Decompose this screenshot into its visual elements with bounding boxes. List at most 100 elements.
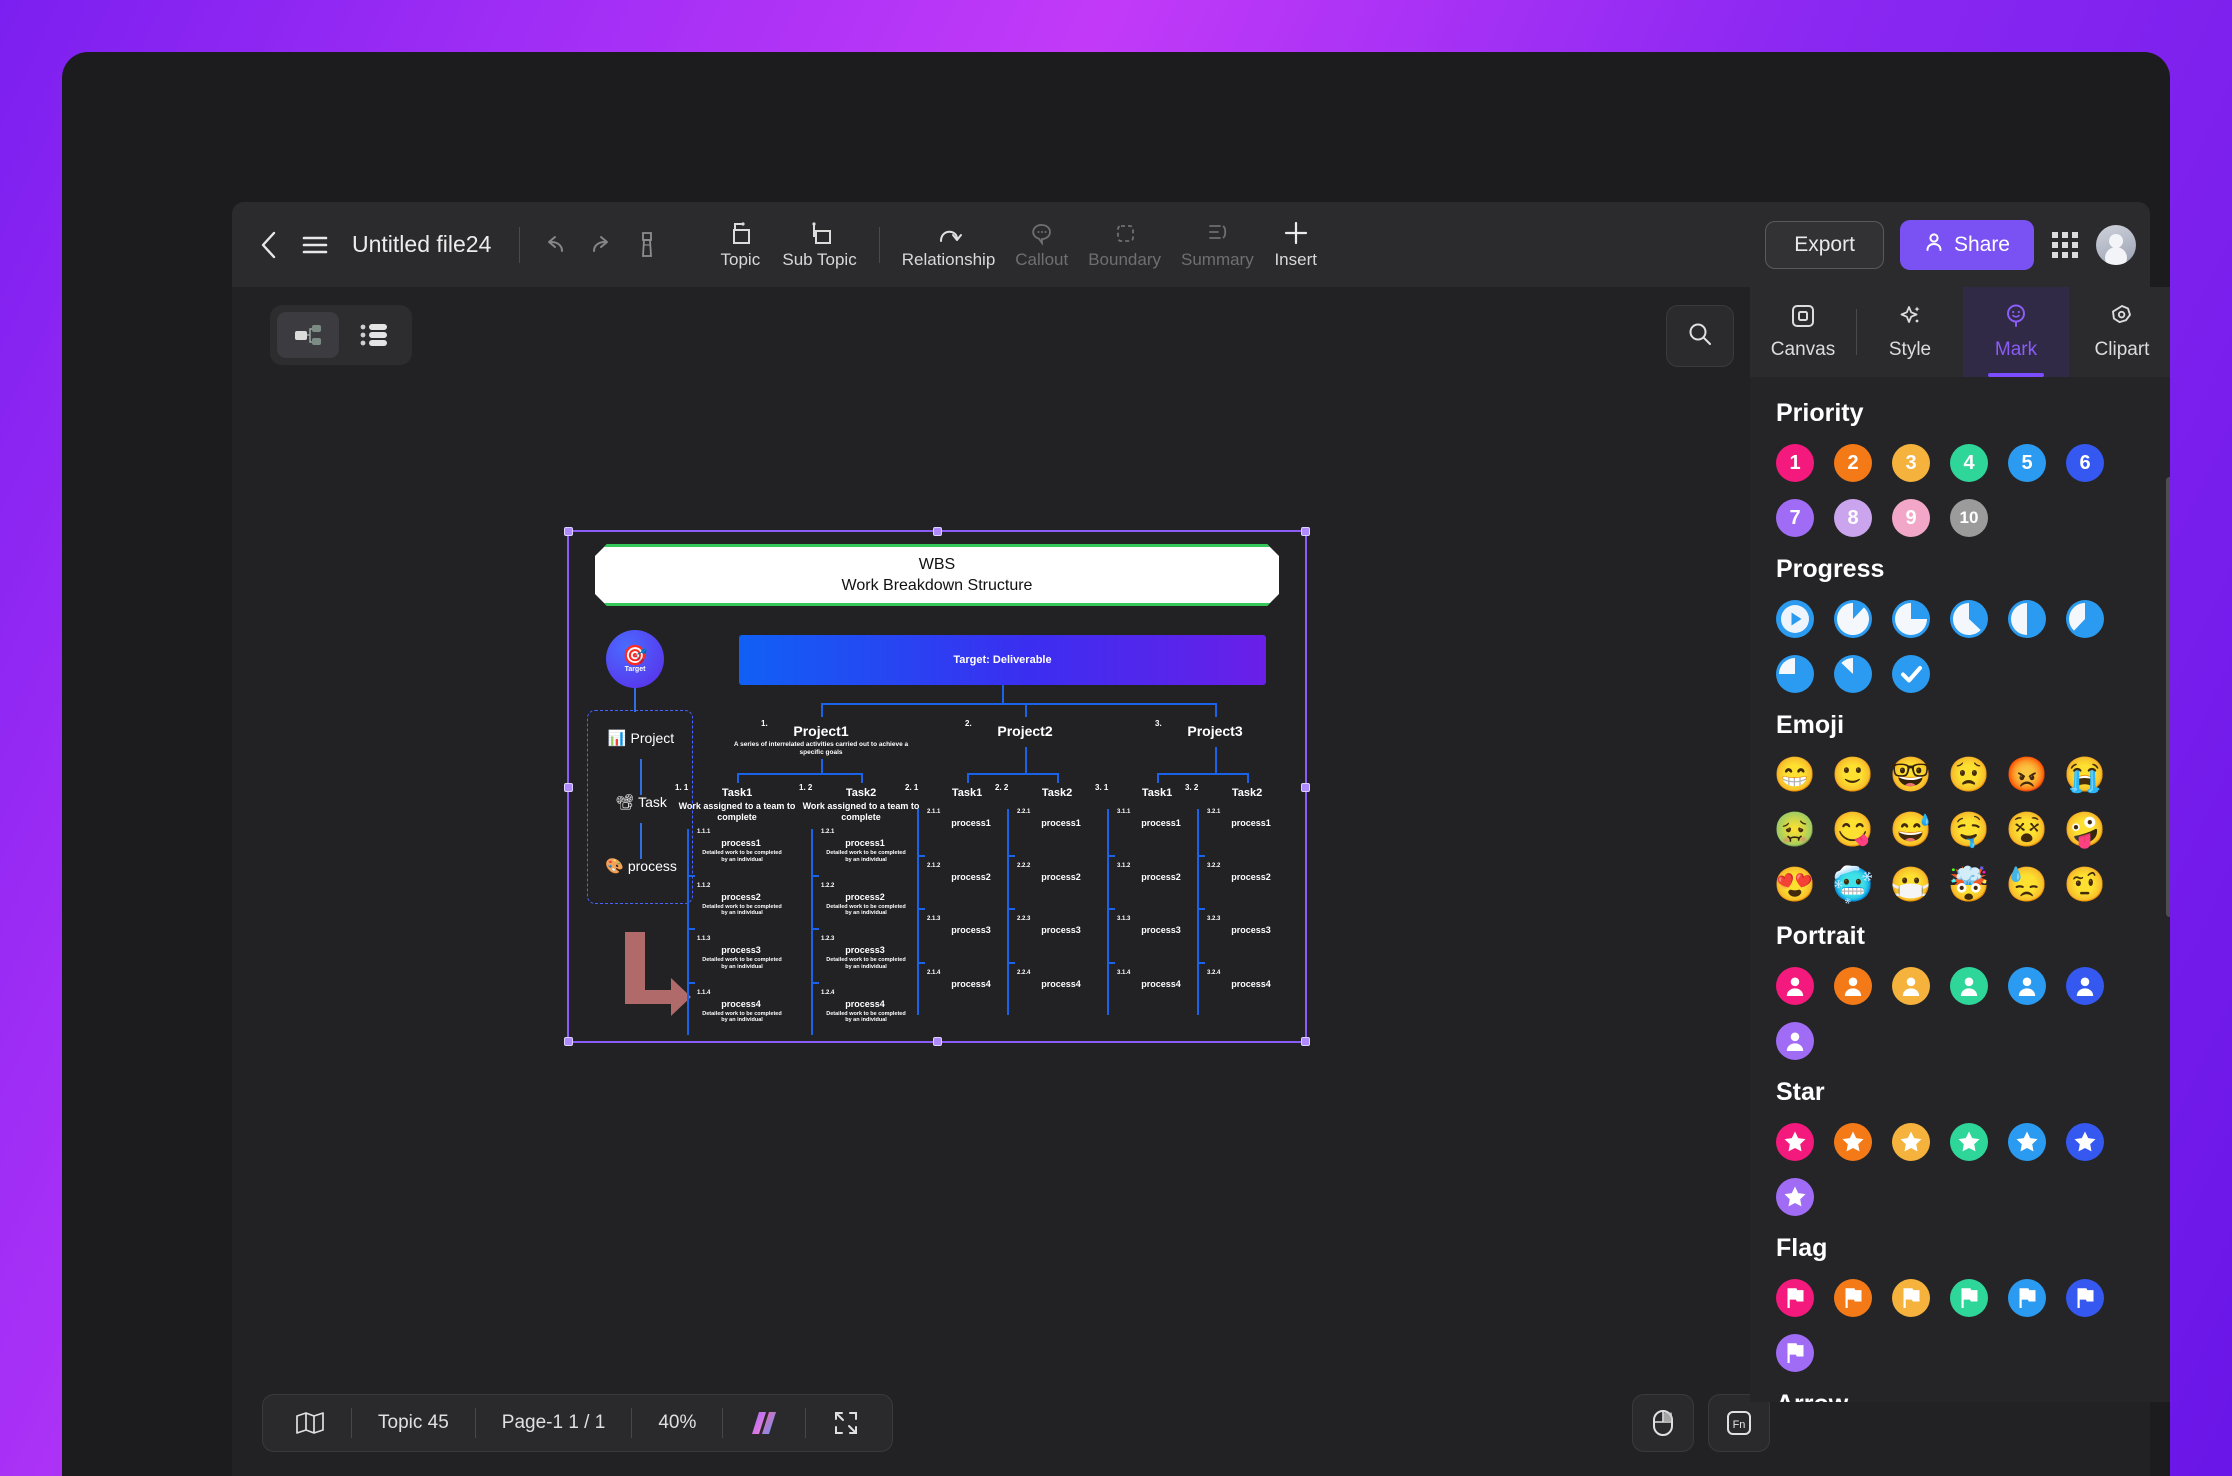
priority-mark-5[interactable]: 5 bbox=[2008, 444, 2046, 482]
process-title: process1 bbox=[845, 838, 885, 848]
tool-topic[interactable]: Topic bbox=[708, 219, 772, 270]
progress-12-icon[interactable] bbox=[1834, 600, 1872, 638]
tool-relationship[interactable]: Relationship bbox=[892, 219, 1006, 270]
back-button[interactable] bbox=[246, 222, 292, 268]
emoji-mark-6[interactable]: 🤢 bbox=[1774, 811, 1816, 849]
portrait-mark-icon-4[interactable] bbox=[2008, 967, 2046, 1005]
process-number: 1.2.2 bbox=[821, 882, 835, 889]
star-mark-icon-5[interactable] bbox=[2066, 1123, 2104, 1161]
portrait-mark-icon-1[interactable] bbox=[1834, 967, 1872, 1005]
fn-key-icon[interactable]: Fn bbox=[1708, 1394, 1770, 1452]
priority-mark-8[interactable]: 8 bbox=[1834, 499, 1872, 537]
emoji-mark-2[interactable]: 🤓 bbox=[1890, 756, 1932, 794]
tool-boundary[interactable]: Boundary bbox=[1078, 219, 1171, 270]
flag-mark-icon-3[interactable] bbox=[1950, 1279, 1988, 1317]
tool-insert[interactable]: Insert bbox=[1264, 219, 1328, 270]
portrait-mark-icon-5[interactable] bbox=[2066, 967, 2104, 1005]
search-button[interactable] bbox=[1666, 305, 1734, 367]
tool-sub-topic[interactable]: Sub Topic bbox=[772, 219, 866, 270]
task-description: Work assigned to a team to complete bbox=[678, 801, 796, 823]
emoji-mark-14[interactable]: 😷 bbox=[1890, 866, 1932, 904]
emoji-mark-9[interactable]: 🤤 bbox=[1948, 811, 1990, 849]
undo-icon[interactable] bbox=[532, 222, 578, 268]
redo-icon[interactable] bbox=[578, 222, 624, 268]
flag-mark-icon-4[interactable] bbox=[2008, 1279, 2046, 1317]
star-mark-icon-0[interactable] bbox=[1776, 1123, 1814, 1161]
emoji-mark-7[interactable]: 😋 bbox=[1832, 811, 1874, 849]
format-painter-icon[interactable] bbox=[624, 222, 670, 268]
process-title: process3 bbox=[1041, 925, 1081, 935]
tab-style[interactable]: Style bbox=[1857, 287, 1963, 377]
progress-87-icon[interactable] bbox=[1834, 655, 1872, 693]
outline-view-icon[interactable] bbox=[343, 312, 405, 358]
emoji-mark-8[interactable]: 😅 bbox=[1890, 811, 1932, 849]
star-mark-icon-4[interactable] bbox=[2008, 1123, 2046, 1161]
priority-mark-6[interactable]: 6 bbox=[2066, 444, 2104, 482]
portrait-mark-icon-3[interactable] bbox=[1950, 967, 1988, 1005]
portrait-mark-icon-0[interactable] bbox=[1776, 967, 1814, 1005]
user-avatar[interactable] bbox=[2096, 224, 2136, 265]
tab-canvas[interactable]: Canvas bbox=[1750, 287, 1856, 377]
brand-logo-icon[interactable] bbox=[723, 1405, 805, 1441]
priority-mark-10[interactable]: 10 bbox=[1950, 499, 1988, 537]
emoji-mark-5[interactable]: 😭 bbox=[2064, 756, 2106, 794]
emoji-mark-1[interactable]: 🙂 bbox=[1832, 756, 1874, 794]
connector bbox=[821, 703, 823, 717]
process-number: 1.1.1 bbox=[697, 829, 711, 835]
panel-scrollbar[interactable] bbox=[2166, 477, 2170, 917]
tool-summary[interactable]: Summary bbox=[1171, 219, 1264, 270]
progress-start-icon[interactable] bbox=[1776, 600, 1814, 638]
progress-25-icon[interactable] bbox=[1892, 600, 1930, 638]
flag-mark-icon-2[interactable] bbox=[1892, 1279, 1930, 1317]
emoji-mark-4[interactable]: 😡 bbox=[2006, 756, 2048, 794]
emoji-mark-16[interactable]: 😓 bbox=[2006, 866, 2048, 904]
share-button[interactable]: Share bbox=[1899, 219, 2034, 270]
hamburger-menu-icon[interactable] bbox=[292, 222, 338, 268]
progress-done-icon[interactable] bbox=[1892, 655, 1930, 693]
emoji-mark-0[interactable]: 😁 bbox=[1774, 756, 1816, 794]
star-mark-icon-6[interactable] bbox=[1776, 1178, 1814, 1216]
flag-mark-icon-1[interactable] bbox=[1834, 1279, 1872, 1317]
progress-50-icon[interactable] bbox=[2008, 600, 2046, 638]
star-mark-icon-2[interactable] bbox=[1892, 1123, 1930, 1161]
document-title[interactable]: Untitled file24 bbox=[352, 231, 491, 258]
portrait-mark-icon-6[interactable] bbox=[1776, 1022, 1814, 1060]
emoji-mark-3[interactable]: 😟 bbox=[1948, 756, 1990, 794]
priority-mark-9[interactable]: 9 bbox=[1892, 499, 1930, 537]
priority-mark-4[interactable]: 4 bbox=[1950, 444, 1988, 482]
star-mark-icon-1[interactable] bbox=[1834, 1123, 1872, 1161]
priority-mark-3[interactable]: 3 bbox=[1892, 444, 1930, 482]
map-icon[interactable] bbox=[269, 1405, 351, 1441]
export-button[interactable]: Export bbox=[1765, 220, 1884, 269]
emoji-mark-12[interactable]: 😍 bbox=[1774, 866, 1816, 904]
progress-62-icon[interactable] bbox=[2066, 600, 2104, 638]
tool-callout[interactable]: Callout bbox=[1005, 219, 1078, 270]
flag-mark-icon-6[interactable] bbox=[1776, 1334, 1814, 1372]
zoom-level[interactable]: 40% bbox=[632, 1405, 722, 1441]
star-mark-icon-3[interactable] bbox=[1950, 1123, 1988, 1161]
priority-mark-1[interactable]: 1 bbox=[1776, 444, 1814, 482]
emoji-mark-10[interactable]: 😵 bbox=[2006, 811, 2048, 849]
emoji-mark-17[interactable]: 🤨 bbox=[2064, 866, 2106, 904]
apps-grid-icon[interactable] bbox=[2052, 231, 2078, 258]
tab-clipart[interactable]: Clipart bbox=[2069, 287, 2170, 377]
emoji-mark-15[interactable]: 🤯 bbox=[1948, 866, 1990, 904]
progress-37-icon[interactable] bbox=[1950, 600, 1988, 638]
portrait-mark-icon-2[interactable] bbox=[1892, 967, 1930, 1005]
priority-mark-7[interactable]: 7 bbox=[1776, 499, 1814, 537]
emoji-mark-11[interactable]: 🤪 bbox=[2064, 811, 2106, 849]
fullscreen-icon[interactable] bbox=[806, 1405, 886, 1441]
progress-75-icon[interactable] bbox=[1776, 655, 1814, 693]
topic-count[interactable]: Topic 45 bbox=[352, 1405, 475, 1441]
mouse-mode-icon[interactable] bbox=[1632, 1394, 1694, 1452]
emoji-mark-13[interactable]: 🥶 bbox=[1832, 866, 1874, 904]
page-indicator[interactable]: Page-1 1 / 1 bbox=[476, 1405, 632, 1441]
flag-mark-icon-5[interactable] bbox=[2066, 1279, 2104, 1317]
panel-body[interactable]: Priority 1 2 3 4 5 6 7 8 9 10 Progress Emoji 😁 🙂 🤓 😟 😡 😭 🤢 😋… bbox=[1750, 377, 2170, 1402]
wbs-diagram[interactable]: WBS Work Breakdown Structure 🎯 Target Ta… bbox=[564, 527, 1310, 1046]
process-number: 1.1.2 bbox=[697, 882, 711, 889]
priority-mark-2[interactable]: 2 bbox=[1834, 444, 1872, 482]
flag-mark-icon-0[interactable] bbox=[1776, 1279, 1814, 1317]
tab-mark[interactable]: Mark bbox=[1963, 287, 2069, 377]
mindmap-view-icon[interactable] bbox=[277, 312, 339, 358]
